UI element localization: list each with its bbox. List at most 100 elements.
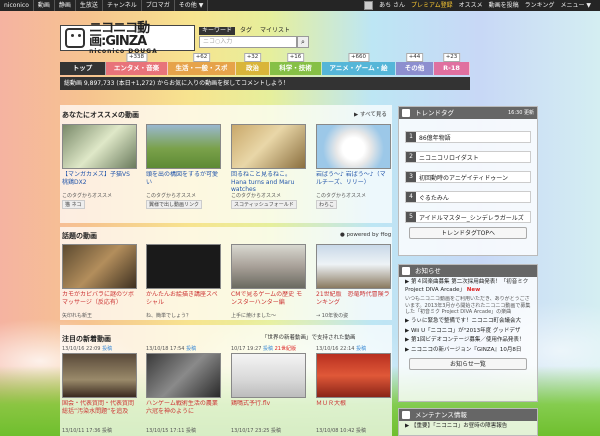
- video-thumbnail[interactable]: [146, 353, 221, 398]
- nav-ranking[interactable]: ランキング: [522, 0, 558, 11]
- nav-recommend[interactable]: オススメ: [456, 0, 486, 11]
- topic-card[interactable]: かんたんお絵描き講座スペシャル ね、簡単でしょう？: [146, 244, 221, 319]
- upload-time: 13/10/16 22:14 投稿: [316, 346, 367, 352]
- search-input[interactable]: ニコ○入力: [199, 36, 297, 48]
- video-thumbnail[interactable]: [231, 244, 306, 289]
- search-tab-keyword[interactable]: キーワード: [199, 27, 236, 35]
- new-video-card[interactable]: 13/10/16 22:14 投稿 ＭＵＲ大根: [316, 346, 391, 416]
- nav-douga[interactable]: 動画: [34, 0, 55, 11]
- video-title[interactable]: 頭を出の構図をするが可愛い: [146, 171, 221, 193]
- new-video-card[interactable]: 13/10/18 17:54 投稿 ハンゲーム戦術生活の農業六冠を神のように: [146, 346, 221, 416]
- video-title[interactable]: かんたんお絵描き講座スペシャル: [146, 291, 221, 313]
- notice-item[interactable]: ▶ うぃに緊急で整備です！ニコニコ町会議会大: [399, 318, 537, 326]
- nav-others[interactable]: その他 ▼: [175, 0, 209, 11]
- video-title[interactable]: 鶏鳴式予行.flv: [231, 400, 306, 416]
- genre-tabs: トップ +338 エンタメ・音楽 +62 生活・一般・スポ +32 政治 +16 科学・…: [60, 53, 470, 75]
- trend-tag-item[interactable]: 2 ニコニコリロイダスト: [405, 151, 531, 163]
- tv-logo-icon: [65, 28, 86, 48]
- video-thumbnail[interactable]: [62, 124, 137, 169]
- recommend-tag[interactable]: スコティッシュフォールド: [231, 200, 297, 209]
- genre-tab-anime-game[interactable]: +660 アニメ・ゲーム・絵: [322, 53, 396, 75]
- powered-by-link[interactable]: ● powered by ffog: [340, 232, 391, 238]
- video-thumbnail[interactable]: [316, 353, 391, 398]
- video-comment: 上手に焼けました～: [231, 313, 277, 319]
- upload-time: 13/10/17 23:25 投稿: [231, 428, 282, 434]
- nav-upload[interactable]: 動画を投稿: [486, 0, 522, 11]
- search-button[interactable]: ⌕: [297, 36, 309, 48]
- recommend-reason: このタグからオススメ: [146, 193, 197, 199]
- topic-card[interactable]: CMで見るゲームの歴史 モンスターハンター編 上手に焼けました～: [231, 244, 306, 319]
- video-thumbnail[interactable]: [146, 124, 221, 169]
- recommend-card[interactable]: 【マンガカメズ】子猫VS 桃鶏DX2 このタグからオススメ 猫 ネコ: [62, 124, 137, 209]
- genre-tab-life[interactable]: +62 生活・一般・スポ: [168, 53, 236, 75]
- video-title[interactable]: 国会・代表質問・代表質問総括”汚染水問題”を追及: [62, 400, 137, 416]
- notice-item[interactable]: ▶ 第1回ビデオコンテージ募集／使用作品発表！: [399, 337, 537, 345]
- trend-icon: [402, 109, 410, 117]
- trend-tag-item[interactable]: 4 ぐるたみん: [405, 191, 531, 203]
- trend-top-button[interactable]: トレンドタグTOPへ: [409, 227, 527, 239]
- video-thumbnail[interactable]: [316, 124, 391, 169]
- trend-tag-item[interactable]: 3 初回動時のアニゲイティドゥーン: [405, 171, 531, 183]
- genre-tab-r18[interactable]: +23 R-18: [434, 53, 470, 75]
- topic-card[interactable]: カモがカピバラに謎のツボマッサージ（反応有） 矢印れも新王: [62, 244, 137, 319]
- video-title[interactable]: 21世紀版 恐竜時代冒険ランキング: [316, 291, 391, 313]
- avatar[interactable]: [364, 1, 374, 10]
- video-title[interactable]: ハンゲーム戦術生活の農業六冠を神のように: [146, 400, 221, 416]
- premium-link[interactable]: プレミアム登録: [408, 0, 456, 11]
- genre-tab-politics[interactable]: +32 政治: [236, 53, 270, 75]
- new-video-card[interactable]: 13/10/16 22:09 投稿 国会・代表質問・代表質問総括”汚染水問題”を…: [62, 346, 137, 416]
- recommend-card[interactable]: 回るねこと見るねこ。 Hana turns and Maru watches こ…: [231, 124, 306, 209]
- search-tab-tag[interactable]: タグ: [237, 27, 255, 35]
- recommend-reason: このタグからオススメ: [231, 193, 282, 199]
- recommend-tag[interactable]: 翼様で出し動画リンク: [146, 200, 203, 209]
- genre-count: +32: [243, 53, 262, 62]
- genre-count: +23: [442, 53, 461, 62]
- video-thumbnail[interactable]: [62, 244, 137, 289]
- recommend-card[interactable]: 頭を出の構図をするが可愛い このタグからオススメ 翼様で出し動画リンク: [146, 124, 221, 209]
- nav-niconico[interactable]: niconico: [0, 0, 34, 11]
- video-thumbnail[interactable]: [316, 244, 391, 289]
- trend-tag-item[interactable]: 5 アイドルマスター_シンデレラガールズ: [405, 211, 531, 223]
- topic-card[interactable]: 21世紀版 恐竜時代冒険ランキング → 10年後の姿: [316, 244, 391, 319]
- genre-tab-entertainment[interactable]: +338 エンタメ・音楽: [106, 53, 168, 75]
- nav-live[interactable]: 生放送: [76, 0, 103, 11]
- new-video-card[interactable]: 10/17 19:27 投稿 21世紀版 鶏鳴式予行.flv: [231, 346, 306, 416]
- recommend-tag[interactable]: 猫 ネコ: [62, 200, 85, 209]
- notice-item[interactable]: ▶ ニコニコの新バージョン『GINZA』10月8日: [399, 347, 537, 355]
- user-name[interactable]: あち さん: [376, 0, 408, 11]
- video-comment: 矢印れも新王: [62, 313, 93, 319]
- video-title[interactable]: カモがカピバラに謎のツボマッサージ（反応有）: [62, 291, 137, 313]
- notice-item[interactable]: ▶ 第４回楽曲募集 第二次採用曲発表！「初音ミク Project DIVA Ar…: [399, 279, 537, 294]
- nav-seiga[interactable]: 静画: [55, 0, 76, 11]
- video-thumbnail[interactable]: [231, 353, 306, 398]
- recommend-tag[interactable]: わらこ: [316, 200, 338, 209]
- maintenance-item[interactable]: ▶ 【重要】「ニコニコ」お昼時の障害報告: [399, 423, 537, 431]
- notice-list-button[interactable]: お知らせ一覧: [409, 358, 527, 370]
- video-title[interactable]: CMで見るゲームの歴史 モンスターハンター編: [231, 291, 306, 313]
- site-logo[interactable]: ニコニコ動画:GINZA niconico DOUGA: [60, 22, 195, 55]
- maintenance-panel: メンテナンス情報 ▶ 【重要】「ニコニコ」お昼時の障害報告: [398, 408, 538, 436]
- video-title[interactable]: ＭＵＲ大根: [316, 400, 391, 416]
- recommend-heading: あなたにオススメの動画: [62, 111, 139, 119]
- nav-menu[interactable]: メニュー ▼: [557, 0, 594, 11]
- video-title[interactable]: 【マンガカメズ】子猫VS 桃鶏DX2: [62, 171, 137, 193]
- nav-blomaga[interactable]: ブロマガ: [142, 0, 175, 11]
- video-thumbnail[interactable]: [62, 353, 137, 398]
- nav-channel[interactable]: チャンネル: [103, 0, 142, 11]
- video-title[interactable]: 回るねこと見るねこ。 Hana turns and Maru watches: [231, 171, 306, 193]
- search-tab-mylist[interactable]: マイリスト: [257, 27, 293, 35]
- genre-count: +660: [347, 53, 370, 62]
- genre-count: +44: [405, 53, 424, 62]
- genre-tab-other[interactable]: +44 その他: [396, 53, 434, 75]
- genre-tab-top[interactable]: トップ: [60, 62, 106, 75]
- recommend-reason: このタグからオススメ: [316, 193, 367, 199]
- recommend-more-link[interactable]: ▶ すべて見る: [354, 110, 387, 118]
- video-title[interactable]: 岩ぱう～♪ 岩ぱう～♪（マルチーズ、リリー）: [316, 171, 391, 193]
- trend-tag-item[interactable]: 1 86億年物語: [405, 131, 531, 143]
- video-thumbnail[interactable]: [146, 244, 221, 289]
- video-thumbnail[interactable]: [231, 124, 306, 169]
- recommend-card[interactable]: 岩ぱう～♪ 岩ぱう～♪（マルチーズ、リリー） このタグからオススメ わらこ: [316, 124, 391, 209]
- notice-item[interactable]: ▶ Wii U「ニコニコ」が"2013年度 グッドデザ: [399, 328, 537, 336]
- genre-tab-science[interactable]: +16 科学・技術: [270, 53, 322, 75]
- new-videos-source-link[interactable]: 「世界の新着動画」で支持された動画: [262, 333, 356, 341]
